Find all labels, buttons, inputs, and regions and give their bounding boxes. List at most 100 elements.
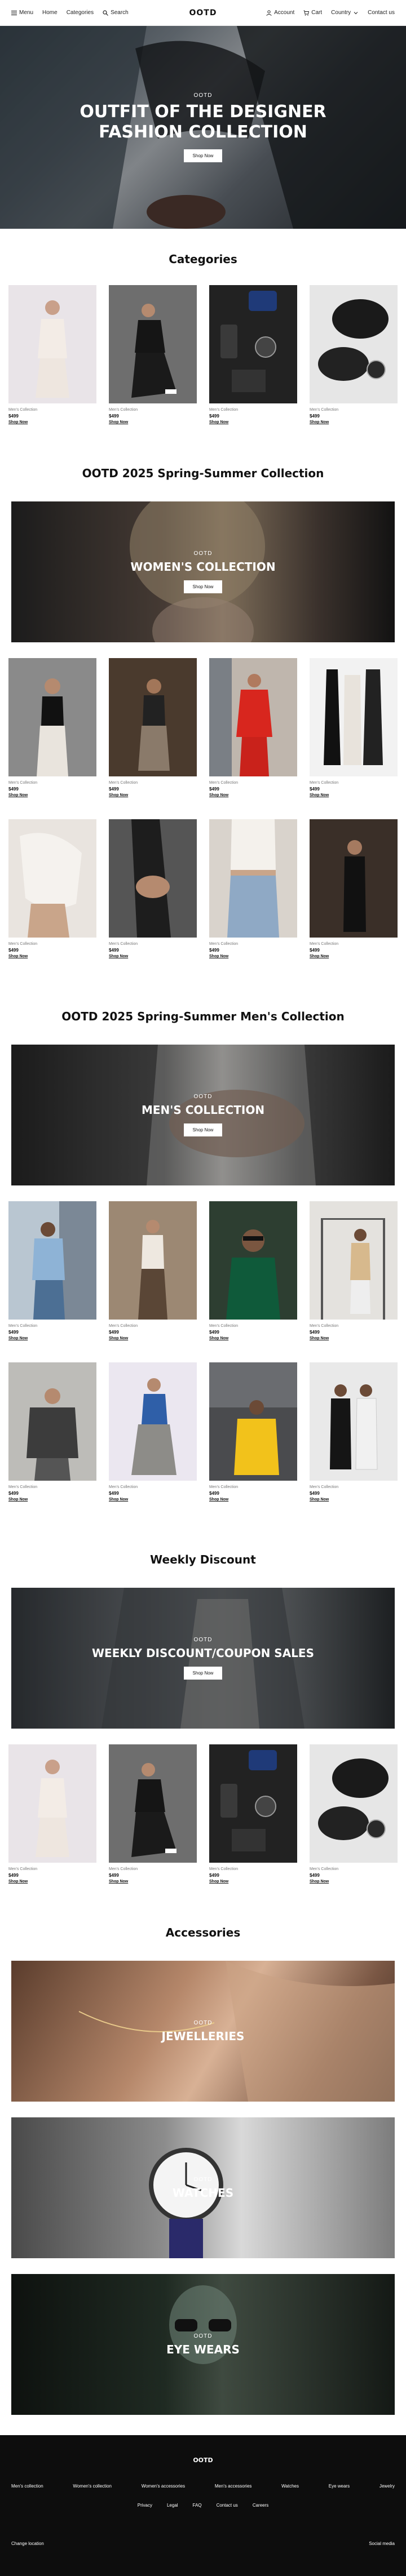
nav-contact[interactable]: Contact us — [368, 10, 395, 16]
product-price: $499 — [209, 1491, 219, 1496]
product-image — [109, 1744, 197, 1863]
banner-content: OOTD EYE WEARS — [11, 2274, 395, 2415]
shop-now-link[interactable]: Shop Now — [209, 420, 297, 424]
jewelleries-banner[interactable]: OOTD JEWELLERIES — [11, 1961, 395, 2102]
product-card[interactable]: Men's Collection $499 Shop Now — [310, 658, 398, 810]
product-card[interactable]: Men's Collection $499 Shop Now — [310, 1362, 398, 1514]
women-grid-row-2: Men's Collection $499 Shop Now Men's Colle… — [0, 819, 406, 971]
cart-button[interactable]: Cart — [303, 10, 322, 16]
shop-now-link[interactable]: Shop Now — [310, 1336, 398, 1340]
shop-now-link[interactable]: Shop Now — [209, 954, 297, 958]
product-card[interactable]: Men's Collection $499 Shop Now — [109, 1362, 197, 1514]
account-button[interactable]: Account — [266, 10, 294, 16]
product-card[interactable]: Men's Collection $499 Shop Now — [109, 819, 197, 971]
product-card[interactable]: Men's Collection $499 Shop Now — [8, 819, 96, 971]
shop-now-link[interactable]: Shop Now — [8, 1880, 96, 1884]
product-card[interactable]: Men's Collection $499 Shop Now — [209, 1744, 297, 1897]
product-card[interactable]: Men's Collection $499 Shop Now — [209, 658, 297, 810]
categories-grid: Men's Collection $499 Shop Now Men's Colle… — [0, 285, 406, 437]
product-price: $499 — [209, 1330, 219, 1335]
product-card[interactable]: Men's Collection $499 Shop Now — [209, 285, 297, 437]
social-media-link[interactable]: Social media — [369, 2541, 395, 2546]
product-card[interactable]: Men's Collection $499 Shop Now — [109, 1201, 197, 1353]
footer-link[interactable]: Women's collection — [73, 2484, 112, 2489]
product-card[interactable]: Men's Collection $499 Shop Now — [8, 1362, 96, 1514]
change-location-button[interactable]: Change location — [11, 2541, 44, 2546]
shop-now-link[interactable]: Shop Now — [209, 1880, 297, 1884]
hero-content: OOTD OUTFIT OF THE DESIGNER FASHION COLL… — [0, 26, 406, 229]
product-category: Men's Collection — [310, 408, 339, 412]
hero-title: OUTFIT OF THE DESIGNER FASHION COLLECTIO… — [80, 102, 326, 142]
product-card[interactable]: Men's Collection $499 Shop Now — [109, 1744, 197, 1897]
footer-link[interactable]: Men's accessories — [215, 2484, 252, 2489]
product-card[interactable]: Men's Collection $499 Shop Now — [310, 1744, 398, 1897]
product-card[interactable]: Men's Collection $499 Shop Now — [8, 658, 96, 810]
shop-now-link[interactable]: Shop Now — [109, 1336, 197, 1340]
product-image — [310, 1744, 398, 1863]
product-card[interactable]: Men's Collection $499 Shop Now — [8, 1201, 96, 1353]
shop-now-link[interactable]: Shop Now — [109, 1880, 197, 1884]
nav-categories[interactable]: Categories — [67, 10, 94, 16]
shop-now-link[interactable]: Shop Now — [109, 420, 197, 424]
product-price: $499 — [8, 787, 19, 792]
shop-now-link[interactable]: Shop Now — [109, 1498, 197, 1502]
shop-now-link[interactable]: Shop Now — [310, 1880, 398, 1884]
footer-links: Men's collection Women's collection Wome… — [11, 2484, 395, 2489]
footer-link[interactable]: Women's accessories — [142, 2484, 185, 2489]
shop-now-link[interactable]: Shop Now — [310, 1498, 398, 1502]
shop-now-link[interactable]: Shop Now — [8, 1498, 96, 1502]
footer-link[interactable]: Careers — [253, 2503, 268, 2508]
product-card[interactable]: Men's Collection $499 Shop Now — [310, 285, 398, 437]
product-card[interactable]: Men's Collection $499 Shop Now — [109, 658, 197, 810]
product-card[interactable]: Men's Collection $499 Shop Now — [8, 1744, 96, 1897]
watches-banner[interactable]: OOTD WATCHES — [11, 2117, 395, 2258]
footer-link[interactable]: Legal — [167, 2503, 178, 2508]
shop-now-link[interactable]: Shop Now — [109, 793, 197, 797]
product-figure — [109, 285, 197, 403]
men-shop-now-button[interactable]: Shop Now — [183, 1123, 223, 1136]
shop-now-link[interactable]: Shop Now — [8, 1336, 96, 1340]
categories-heading: Categories — [169, 252, 237, 266]
search-button[interactable]: Search — [103, 10, 129, 16]
shop-now-link[interactable]: Shop Now — [8, 793, 96, 797]
nav-home[interactable]: Home — [42, 10, 58, 16]
eye-wears-banner[interactable]: OOTD EYE WEARS — [11, 2274, 395, 2415]
product-figure — [227, 819, 279, 938]
country-select[interactable]: Country — [331, 10, 359, 16]
footer: OOTD Men's collection Women's collection… — [0, 2435, 406, 2576]
hero-shop-now-button[interactable]: Shop Now — [183, 149, 223, 162]
footer-link[interactable]: FAQ — [193, 2503, 202, 2508]
product-card[interactable]: Men's Collection $499 Shop Now — [109, 285, 197, 437]
footer-link[interactable]: Jewelry — [379, 2484, 395, 2489]
footer-brand[interactable]: OOTD — [0, 2457, 406, 2464]
weekly-shop-now-button[interactable]: Shop Now — [183, 1667, 223, 1680]
shop-now-link[interactable]: Shop Now — [109, 954, 197, 958]
nav-left: Menu Home Categories Search — [11, 10, 158, 16]
shop-now-link[interactable]: Shop Now — [310, 793, 398, 797]
brand-logo[interactable]: OOTD — [189, 8, 217, 17]
change-location-label: Change location — [11, 2541, 44, 2546]
shop-now-link[interactable]: Shop Now — [209, 1498, 297, 1502]
product-price: $499 — [8, 1330, 19, 1335]
product-card[interactable]: Men's Collection $499 Shop Now — [8, 285, 96, 437]
footer-link[interactable]: Men's collection — [11, 2484, 43, 2489]
shop-now-link[interactable]: Shop Now — [209, 793, 297, 797]
footer-link[interactable]: Contact us — [217, 2503, 238, 2508]
product-card[interactable]: Men's Collection $499 Shop Now — [310, 819, 398, 971]
shop-now-link[interactable]: Shop Now — [209, 1336, 297, 1340]
shop-now-link[interactable]: Shop Now — [310, 420, 398, 424]
product-card[interactable]: Men's Collection $499 Shop Now — [209, 819, 297, 971]
women-shop-now-button[interactable]: Shop Now — [183, 580, 223, 593]
product-image — [8, 285, 96, 403]
product-card[interactable]: Men's Collection $499 Shop Now — [209, 1362, 297, 1514]
footer-link[interactable]: Eye wears — [329, 2484, 350, 2489]
shop-now-link[interactable]: Shop Now — [310, 954, 398, 958]
product-card[interactable]: Men's Collection $499 Shop Now — [209, 1201, 297, 1353]
menu-button[interactable]: Menu — [11, 10, 33, 16]
footer-link[interactable]: Watches — [281, 2484, 299, 2489]
footer-link[interactable]: Privacy — [138, 2503, 152, 2508]
shop-now-link[interactable]: Shop Now — [8, 954, 96, 958]
product-card[interactable]: Men's Collection $499 Shop Now — [310, 1201, 398, 1353]
shop-now-link[interactable]: Shop Now — [8, 420, 96, 424]
product-price: $499 — [310, 787, 320, 792]
